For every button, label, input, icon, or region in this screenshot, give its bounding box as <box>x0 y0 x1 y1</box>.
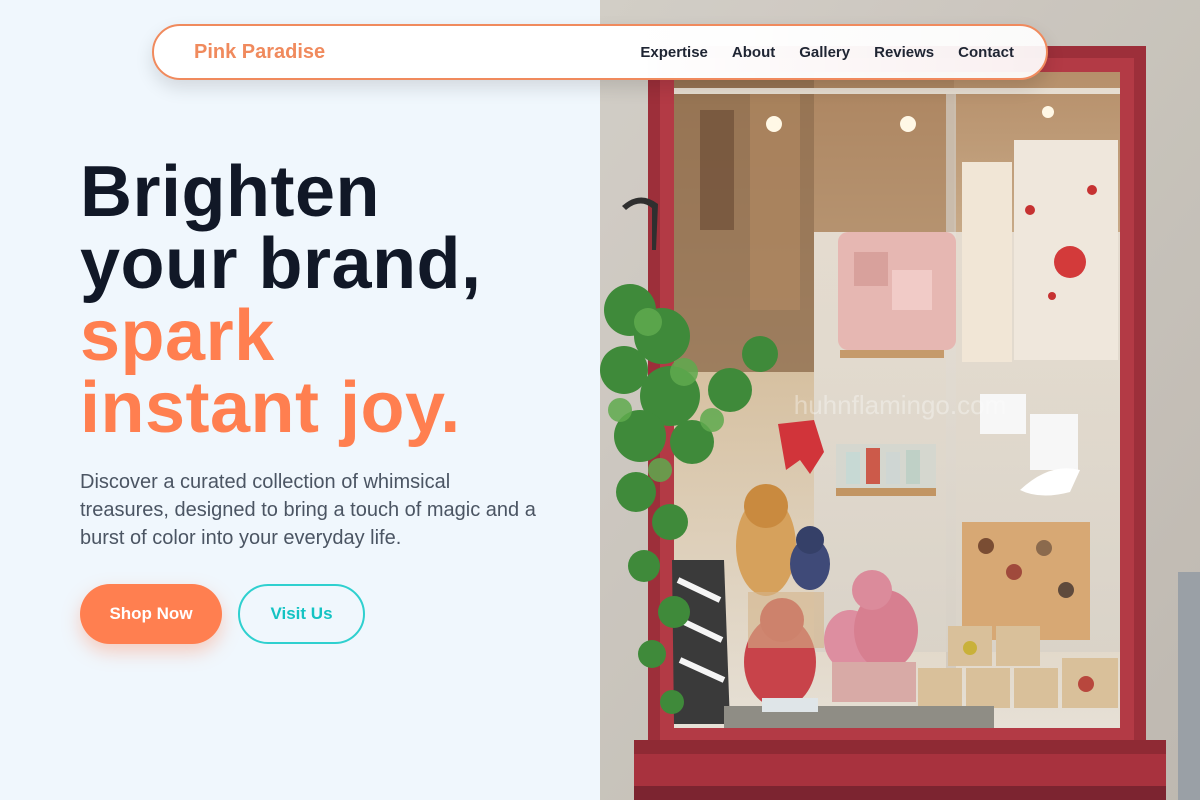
hero-heading: Brighten your brand, spark instant joy. <box>80 156 482 444</box>
photo-watermark: huhnflamingo.com <box>794 390 1006 420</box>
nav-link-contact[interactable]: Contact <box>958 44 1014 61</box>
nav-links: Expertise About Gallery Reviews Contact <box>640 44 1014 61</box>
hero-description: Discover a curated collection of whimsic… <box>80 471 536 549</box>
shop-now-button[interactable]: Shop Now <box>80 584 222 644</box>
top-navigation-bar: Pink Paradise Expertise About Gallery Re… <box>152 24 1048 80</box>
hero-heading-line-2: your brand, <box>80 224 482 304</box>
hero-heading-line-4-accent: instant joy. <box>80 368 461 448</box>
nav-link-reviews[interactable]: Reviews <box>874 44 934 61</box>
hero-heading-line-1: Brighten <box>80 152 380 232</box>
nav-link-gallery[interactable]: Gallery <box>799 44 850 61</box>
hero-heading-line-3-accent: spark <box>80 296 275 376</box>
nav-link-expertise[interactable]: Expertise <box>640 44 708 61</box>
visit-us-button[interactable]: Visit Us <box>238 584 365 644</box>
brand-logo-text[interactable]: Pink Paradise <box>194 41 325 64</box>
nav-link-about[interactable]: About <box>732 44 775 61</box>
shop-window-illustration: huhnflamingo.com <box>600 0 1200 800</box>
hero-photo: huhnflamingo.com <box>600 0 1200 800</box>
